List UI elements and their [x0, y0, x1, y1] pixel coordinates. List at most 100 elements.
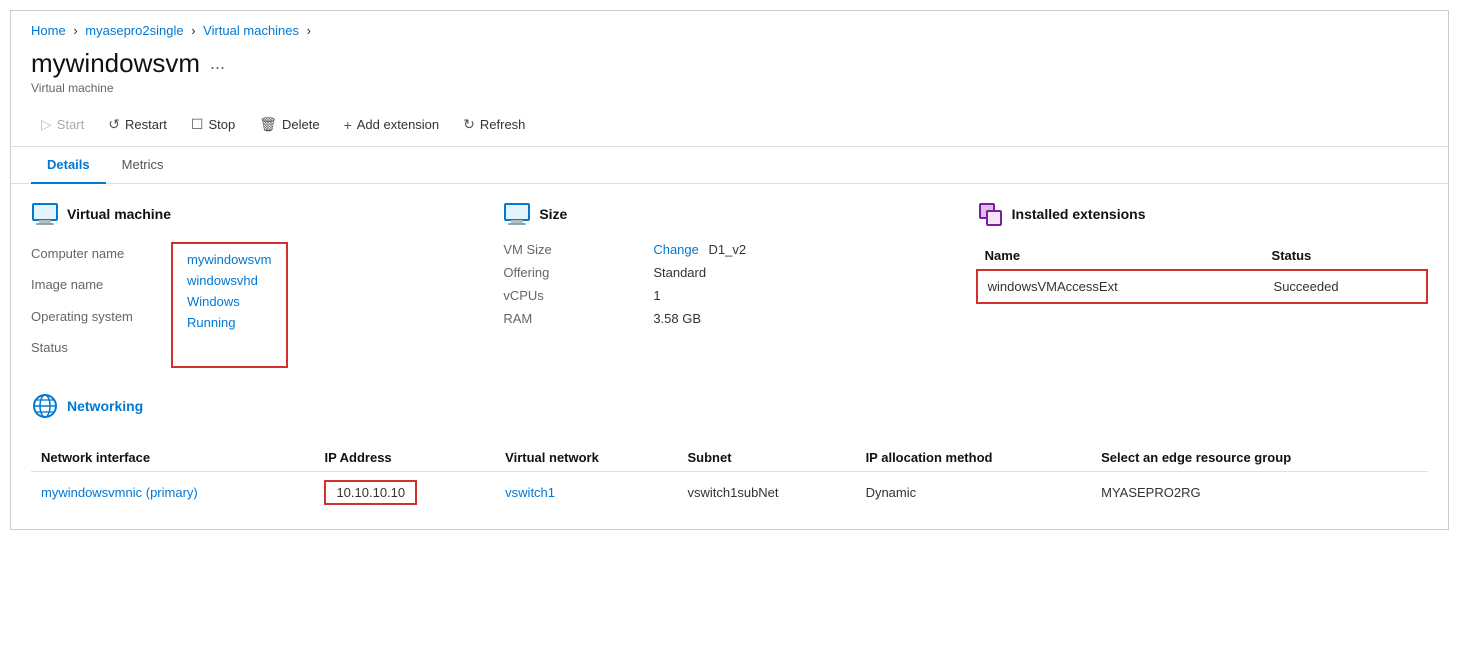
restart-icon: ↺ — [108, 116, 120, 133]
size-section-label: Size — [539, 206, 567, 222]
image-name-value: windowsvhd — [187, 273, 272, 288]
page-subtitle: Virtual machine — [31, 81, 1428, 95]
operating-system-value: Windows — [187, 294, 272, 309]
vcpus-label: vCPUs — [503, 288, 653, 303]
ram-row: RAM 3.58 GB — [503, 311, 955, 326]
start-icon: ▷ — [41, 116, 52, 133]
networking-table-container: Network interface IP Address Virtual net… — [31, 444, 1428, 513]
offering-label: Offering — [503, 265, 653, 280]
net-allocation-value: Dynamic — [856, 471, 1092, 513]
vcpus-row: vCPUs 1 — [503, 288, 955, 303]
net-subnet-value: vswitch1subNet — [677, 471, 855, 513]
restart-label: Restart — [125, 117, 167, 132]
restart-button[interactable]: ↺ Restart — [98, 111, 177, 138]
start-button[interactable]: ▷ Start — [31, 111, 94, 138]
extensions-table: Name Status windowsVMAccessExt Succeeded — [976, 242, 1428, 304]
vm-size-change-link[interactable]: Change — [653, 242, 699, 257]
networking-table: Network interface IP Address Virtual net… — [31, 444, 1428, 513]
add-icon: + — [344, 117, 352, 133]
main-content: Virtual machine Computer name Image name… — [11, 184, 1448, 529]
size-computer-icon — [503, 202, 531, 226]
stop-icon: ☐ — [191, 116, 204, 133]
refresh-label: Refresh — [480, 117, 526, 132]
offering-row: Offering Standard — [503, 265, 955, 280]
extension-row: windowsVMAccessExt Succeeded — [977, 270, 1427, 303]
globe-icon — [32, 393, 58, 419]
status-value: Running — [187, 315, 272, 330]
stop-button[interactable]: ☐ Stop — [181, 111, 245, 138]
net-header-subnet: Subnet — [677, 444, 855, 472]
ext-name-header: Name — [977, 242, 1264, 270]
size-section-title: Size — [503, 200, 955, 228]
breadcrumb-device[interactable]: myasepro2single — [85, 23, 183, 38]
vm-size-value: Change D1_v2 — [653, 242, 955, 257]
vm-values-box: mywindowsvm windowsvhd Windows Running — [171, 242, 288, 368]
net-header-vnet: Virtual network — [495, 444, 677, 472]
vm-section-label: Virtual machine — [67, 206, 171, 222]
extensions-section-label: Installed extensions — [1012, 206, 1146, 222]
net-header-ip: IP Address — [314, 444, 495, 472]
size-table: VM Size Change D1_v2 Offering Standard v… — [503, 242, 955, 326]
breadcrumb-vms[interactable]: Virtual machines — [203, 23, 299, 38]
tab-details[interactable]: Details — [31, 147, 106, 184]
networking-icon-box — [31, 392, 59, 420]
page-header: mywindowsvm ... Virtual machine — [11, 44, 1448, 103]
ip-address-box: 10.10.10.10 — [324, 480, 417, 505]
networking-title: Networking — [31, 392, 483, 420]
vm-section-icon — [31, 200, 59, 228]
ext-name-value: windowsVMAccessExt — [977, 270, 1264, 303]
net-vnet-link[interactable]: vswitch1 — [505, 485, 555, 500]
image-name-label: Image name — [31, 273, 171, 296]
status-label: Status — [31, 336, 171, 359]
vm-size-label: VM Size — [503, 242, 653, 257]
net-header-edge-rg: Select an edge resource group — [1091, 444, 1428, 472]
ram-label: RAM — [503, 311, 653, 326]
vm-section-title: Virtual machine — [31, 200, 483, 228]
offering-value: Standard — [653, 265, 955, 280]
operating-system-label: Operating system — [31, 305, 171, 328]
page-container: Home › myasepro2single › Virtual machine… — [10, 10, 1449, 530]
start-label: Start — [57, 117, 84, 132]
delete-icon: 🗑 — [259, 116, 277, 133]
more-options-button[interactable]: ... — [210, 53, 225, 74]
computer-icon — [31, 202, 59, 226]
add-extension-label: Add extension — [357, 117, 439, 132]
size-section: Size VM Size Change D1_v2 Offering Stand… — [503, 200, 955, 434]
net-edge-rg-value: MYASEPRO2RG — [1091, 471, 1428, 513]
net-vnet-value: vswitch1 — [495, 471, 677, 513]
add-extension-button[interactable]: + Add extension — [334, 112, 450, 138]
computer-name-value: mywindowsvm — [187, 252, 272, 267]
tabs: Details Metrics — [11, 147, 1448, 184]
extensions-section: Installed extensions Name Status windows… — [976, 200, 1428, 434]
networking-label: Networking — [67, 398, 143, 414]
net-header-allocation: IP allocation method — [856, 444, 1092, 472]
vm-section: Virtual machine Computer name Image name… — [31, 200, 483, 434]
net-interface-link[interactable]: mywindowsvmnic (primary) — [41, 485, 198, 500]
net-header-interface: Network interface — [31, 444, 314, 472]
sections-grid: Virtual machine Computer name Image name… — [31, 200, 1428, 434]
vm-size-val: D1_v2 — [709, 242, 747, 257]
refresh-icon: ↻ — [463, 116, 475, 133]
extensions-section-title: Installed extensions — [976, 200, 1428, 228]
vcpus-value: 1 — [653, 288, 955, 303]
page-title: mywindowsvm ... — [31, 48, 1428, 79]
net-ip-cell: 10.10.10.10 — [314, 471, 495, 513]
refresh-button[interactable]: ↻ Refresh — [453, 111, 535, 138]
vm-details: Computer name Image name Operating syste… — [31, 242, 483, 368]
delete-label: Delete — [282, 117, 320, 132]
networking-row: mywindowsvmnic (primary) 10.10.10.10 vsw… — [31, 471, 1428, 513]
ext-status-value: Succeeded — [1264, 270, 1427, 303]
page-title-text: mywindowsvm — [31, 48, 200, 79]
ram-value: 3.58 GB — [653, 311, 955, 326]
delete-button[interactable]: 🗑 Delete — [249, 111, 329, 138]
breadcrumb: Home › myasepro2single › Virtual machine… — [11, 11, 1448, 44]
extensions-icon — [977, 201, 1003, 227]
vm-labels: Computer name Image name Operating syste… — [31, 242, 171, 368]
breadcrumb-home[interactable]: Home — [31, 23, 66, 38]
stop-label: Stop — [208, 117, 235, 132]
net-interface-value: mywindowsvmnic (primary) — [31, 471, 314, 513]
tab-metrics[interactable]: Metrics — [106, 147, 180, 184]
vm-size-row: VM Size Change D1_v2 — [503, 242, 955, 257]
networking-section: Networking — [31, 392, 483, 420]
ext-status-header: Status — [1264, 242, 1427, 270]
